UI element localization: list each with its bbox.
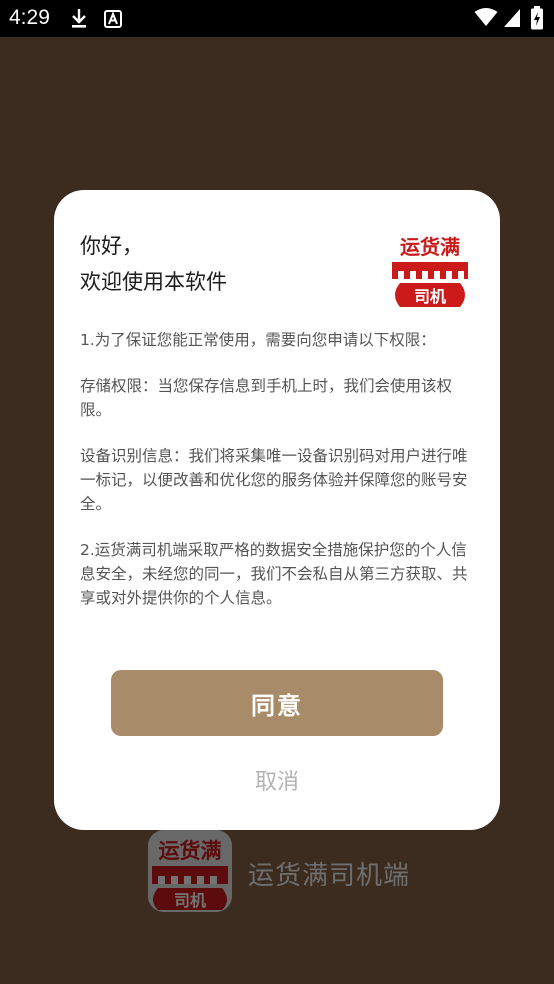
app-logo: 运货满 司机 — [392, 235, 468, 307]
background-app-logo: 运货满 司机 — [148, 830, 232, 912]
status-bar: 4:29 — [0, 0, 554, 37]
logo-text-bottom: 司机 — [414, 287, 446, 306]
greeting-line-1: 你好， — [80, 234, 143, 258]
wifi-icon — [474, 8, 498, 26]
permission-paragraph-2: 存储权限：当您保存信息到手机上时，我们会使用该权限。 — [80, 377, 453, 419]
greeting-line-2: 欢迎使用本软件 — [80, 270, 227, 294]
download-icon — [72, 9, 86, 28]
agree-button[interactable]: 同意 — [111, 670, 443, 736]
cancel-button[interactable]: 取消 — [227, 760, 327, 800]
bg-logo-text-bottom: 司机 — [174, 891, 206, 910]
permission-paragraph-4: 2.运货满司机端采取严格的数据安全措施保护您的个人信息安全，未经您的同一，我们不… — [80, 541, 468, 607]
bg-logo-text-top: 运货满 — [159, 839, 222, 863]
battery-charging-icon — [531, 6, 543, 30]
permission-text: 1.为了保证您能正常使用，需要向您申请以下权限： 存储权限：当您保存信息到手机上… — [80, 328, 476, 632]
status-time: 4:29 — [9, 6, 50, 29]
permission-paragraph-1: 1.为了保证您能正常使用，需要向您申请以下权限： — [80, 331, 436, 349]
signal-icon — [504, 9, 520, 27]
text-a-icon — [104, 10, 122, 28]
permission-paragraph-3: 设备识别信息：我们将采集唯一设备识别码对用户进行唯一标记，以便改善和优化您的服务… — [80, 447, 468, 513]
background-brand-name: 运货满司机端 — [248, 861, 411, 891]
logo-text-top: 运货满 — [400, 235, 460, 259]
privacy-dialog: 你好， 欢迎使用本软件 运货满 司机 1.为了保证您能正常使用，需要向您申请以下… — [54, 190, 500, 830]
greeting: 你好， 欢迎使用本软件 — [80, 228, 227, 300]
